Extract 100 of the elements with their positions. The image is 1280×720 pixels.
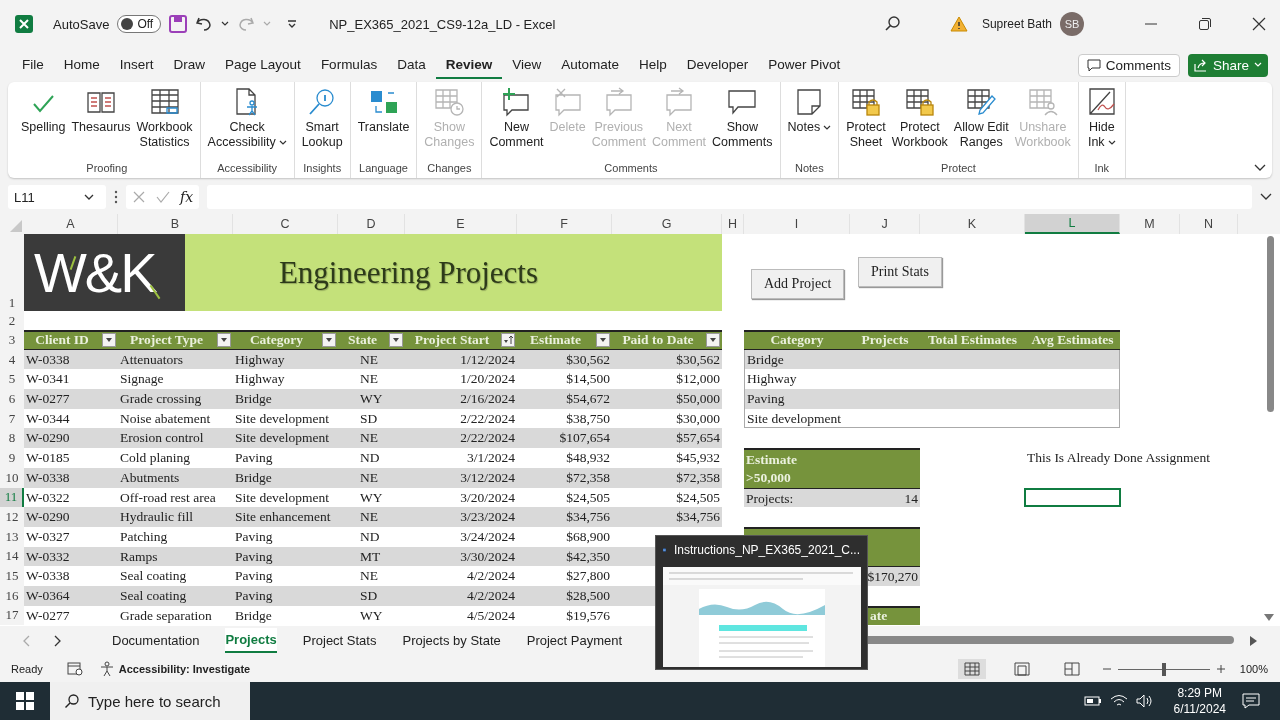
column-letter[interactable]: G (612, 214, 722, 234)
undo-icon[interactable] (195, 15, 214, 33)
scroll-down-icon[interactable] (1264, 613, 1274, 622)
column-letter[interactable]: I (744, 214, 850, 234)
scroll-right-icon[interactable] (1250, 635, 1258, 646)
accessibility-icon[interactable] (98, 661, 115, 677)
column-letter[interactable]: J (850, 214, 920, 234)
ribbon-button[interactable]: Workbook Statistics (133, 84, 196, 152)
column-letter[interactable]: N (1180, 214, 1238, 234)
row-number[interactable]: 1 (0, 234, 24, 311)
row-number[interactable]: 14 (0, 546, 24, 567)
menu-tab[interactable]: Data (387, 51, 436, 79)
add-project-button[interactable]: Add Project (751, 269, 845, 299)
window-preview-tooltip[interactable]: Instructions_NP_EX365_2021_C... (655, 535, 868, 670)
menu-tab[interactable]: Automate (551, 51, 630, 79)
sheet-tab[interactable]: Documentation (112, 629, 200, 653)
menu-tab[interactable]: Formulas (310, 51, 388, 79)
row-number[interactable]: 6 (0, 389, 24, 409)
row-number[interactable]: 5 (0, 369, 24, 390)
row-number[interactable]: 11 (0, 487, 24, 508)
row-number[interactable]: 13 (0, 526, 24, 547)
ribbon-button[interactable]: Protect Workbook (888, 84, 951, 152)
clock-date[interactable]: 6/11/2024 (1173, 701, 1226, 717)
insert-function-button[interactable]: fx (180, 189, 194, 205)
ribbon-button[interactable]: Translate (354, 84, 413, 137)
row-number[interactable]: 12 (0, 507, 24, 527)
notification-icon[interactable] (1242, 693, 1260, 709)
row-number[interactable]: 16 (0, 585, 24, 606)
row-number[interactable]: 7 (0, 408, 24, 429)
name-box[interactable]: L11 (8, 185, 106, 209)
column-letter[interactable]: B (118, 214, 233, 234)
ribbon-button[interactable]: Protect Sheet (843, 84, 889, 152)
column-letter[interactable]: F (517, 214, 612, 234)
ribbon-button[interactable]: Show Comments (709, 84, 776, 152)
zoom-in-icon[interactable] (1215, 664, 1226, 674)
row-number[interactable]: 8 (0, 428, 24, 449)
sheet-tab[interactable]: Projects (225, 628, 277, 654)
close-icon[interactable] (1252, 17, 1266, 31)
next-sheet-icon[interactable] (54, 634, 62, 647)
menu-tab[interactable]: Home (53, 51, 110, 79)
search-field[interactable]: Type here to search (50, 682, 250, 720)
macro-recording-icon[interactable] (66, 662, 83, 676)
ribbon-button[interactable]: Check Accessibility (204, 84, 290, 152)
more-icon[interactable] (114, 190, 118, 204)
menu-tab[interactable]: Power Pivot (758, 51, 851, 79)
accessibility-status[interactable]: Accessibility: Investigate (118, 663, 251, 675)
menu-tab[interactable]: File (12, 51, 54, 79)
column-letter[interactable]: K (920, 214, 1025, 234)
slider-thumb[interactable] (1161, 662, 1166, 676)
menu-tab[interactable]: Insert (109, 51, 164, 79)
share-button[interactable]: Share (1187, 53, 1268, 77)
normal-view-icon[interactable] (957, 659, 986, 679)
row-number[interactable]: 10 (0, 467, 24, 488)
column-letter[interactable]: D (338, 214, 405, 234)
sheet-tab[interactable]: Project Payment (526, 629, 623, 653)
menu-tab[interactable]: Developer (676, 51, 759, 79)
row-number[interactable]: 15 (0, 566, 24, 586)
scrollbar-thumb[interactable] (1267, 236, 1274, 412)
column-letter[interactable]: A (24, 214, 118, 234)
battery-icon[interactable] (1083, 695, 1102, 707)
menu-tab[interactable]: Help (629, 51, 677, 79)
zoom-level[interactable]: 100% (1239, 663, 1268, 675)
caret-icon[interactable] (1260, 193, 1272, 201)
ribbon-button[interactable]: New Comment (486, 84, 547, 152)
row-number[interactable]: 17 (0, 605, 24, 626)
customize-icon[interactable] (287, 19, 298, 29)
sheet-tab[interactable]: Projects by State (402, 629, 501, 653)
caret-icon[interactable] (1254, 164, 1266, 172)
restore-icon[interactable] (1198, 17, 1212, 31)
user-avatar[interactable]: SB (1060, 12, 1084, 36)
ribbon-button[interactable]: Smart Lookup (298, 84, 346, 152)
autosave-toggle[interactable]: Off (117, 15, 162, 33)
comments-button[interactable]: Comments (1077, 53, 1180, 77)
column-letter[interactable]: M (1120, 214, 1180, 234)
ribbon-button[interactable]: Spelling (18, 84, 69, 137)
caret-icon[interactable] (221, 21, 230, 27)
ribbon-button[interactable]: Allow Edit Ranges (950, 84, 1012, 152)
row-number[interactable]: 2 (0, 311, 24, 330)
windows-start-icon[interactable] (16, 692, 34, 710)
search-icon[interactable] (883, 15, 902, 33)
menu-tab[interactable]: Review (435, 51, 503, 79)
row-number[interactable]: 4 (0, 349, 24, 370)
row-number[interactable]: 3 (0, 330, 24, 350)
warning-icon[interactable] (949, 16, 968, 32)
check-icon[interactable] (156, 190, 170, 204)
ribbon-button[interactable]: Thesaurus (68, 84, 134, 137)
column-letter[interactable]: C (233, 214, 338, 234)
sheet-tab[interactable]: Project Stats (302, 629, 377, 653)
clock-time[interactable]: 8:29 PM (1177, 685, 1223, 701)
row-number[interactable]: 9 (0, 448, 24, 468)
ribbon-button[interactable]: Hide Ink (1082, 84, 1121, 152)
wifi-icon[interactable] (1109, 694, 1128, 708)
selected-cell[interactable] (1024, 487, 1121, 508)
menu-tab[interactable]: View (502, 51, 552, 79)
menu-tab[interactable]: Page Layout (215, 51, 311, 79)
volume-icon[interactable] (1135, 694, 1154, 708)
print-stats-button[interactable]: Print Stats (858, 257, 942, 287)
column-letter[interactable]: H (722, 214, 744, 234)
save-icon[interactable] (169, 15, 188, 33)
menu-tab[interactable]: Draw (163, 51, 216, 79)
